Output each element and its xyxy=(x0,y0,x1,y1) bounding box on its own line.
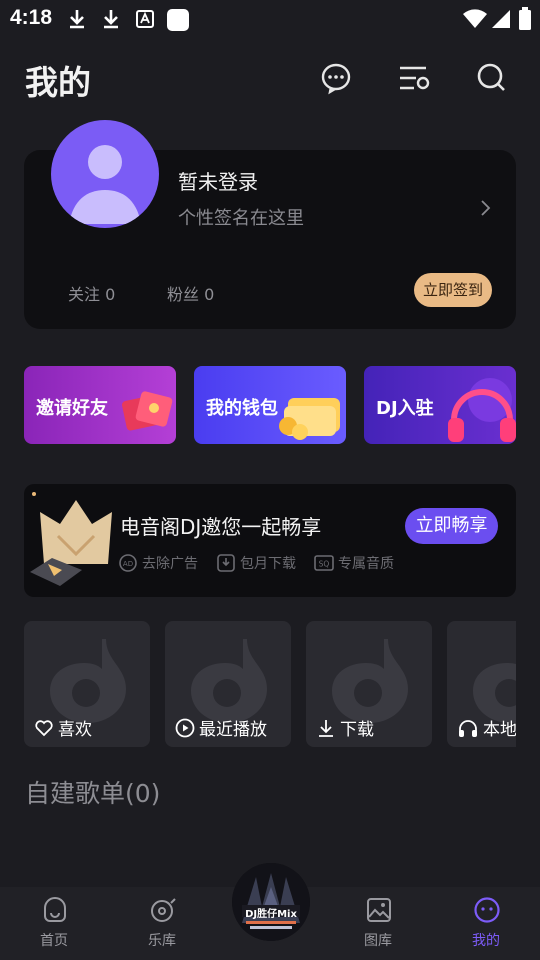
shortcut-like[interactable]: 喜欢 xyxy=(24,621,150,747)
nav-library-label: 乐库 xyxy=(148,933,176,949)
svg-text:AD: AD xyxy=(123,560,133,568)
chevron-right-icon[interactable] xyxy=(478,198,494,218)
download-status-icon xyxy=(70,10,84,29)
svg-text:SQ: SQ xyxy=(319,560,330,569)
disc-logo-text: DJ胜仔Mix xyxy=(245,909,297,920)
shortcut-recent-label: 最近播放 xyxy=(175,715,267,740)
music-note-watermark-icon xyxy=(473,663,516,723)
vip-title: 电音阁DJ邀您一起畅享 xyxy=(120,515,322,539)
nav-library[interactable]: 乐库 xyxy=(122,887,202,960)
gallery-icon xyxy=(367,898,391,922)
status-time: 4:18 xyxy=(10,6,53,29)
vip-benefit-download: 包月下载 xyxy=(216,553,296,573)
library-icon xyxy=(151,898,176,922)
shortcut-local-label: 本地 xyxy=(457,715,516,740)
album-art-icon xyxy=(232,863,310,941)
vip-benefit-label: 包月下载 xyxy=(240,556,296,572)
app-notification-icon xyxy=(167,9,189,31)
music-note-watermark-icon xyxy=(50,639,126,723)
shortcut-download[interactable]: 下载 xyxy=(306,621,432,747)
heart-icon xyxy=(35,719,53,736)
invite-friends-card[interactable]: 邀请好友 xyxy=(24,366,176,444)
music-note-watermark-icon xyxy=(332,639,408,723)
search-icon[interactable] xyxy=(474,60,510,96)
profile-icon xyxy=(474,897,500,923)
play-icon xyxy=(175,718,195,737)
avatar[interactable] xyxy=(51,120,159,228)
nav-profile-label: 我的 xyxy=(472,933,500,949)
battery-icon xyxy=(519,7,531,30)
crown-icon xyxy=(30,492,112,586)
shortcut-row: 喜欢 最近播放 下载 本地 xyxy=(24,621,516,747)
shortcut-like-label: 喜欢 xyxy=(34,715,92,740)
page-title: 我的 xyxy=(25,63,91,102)
message-icon[interactable] xyxy=(318,60,354,96)
checkin-button[interactable]: 立即签到 xyxy=(414,273,492,307)
now-playing-disc[interactable]: DJ胜仔Mix xyxy=(232,863,310,941)
user-avatar-icon xyxy=(69,145,141,224)
vip-benefit-no-ads: AD 去除广告 xyxy=(118,553,198,573)
vip-benefit-label: 去除广告 xyxy=(142,556,198,572)
download-icon xyxy=(319,719,333,737)
shortcut-download-label: 下载 xyxy=(316,715,374,740)
wifi-icon xyxy=(463,9,487,28)
signature-text: 个性签名在这里 xyxy=(178,208,304,229)
dj-join-label: DJ入驻 xyxy=(376,398,434,419)
status-bar: 4:18 xyxy=(0,0,540,38)
nav-home[interactable]: 首页 xyxy=(14,887,94,960)
home-icon xyxy=(44,897,66,922)
invite-friends-label: 邀请好友 xyxy=(36,398,108,419)
nav-home-label: 首页 xyxy=(40,933,68,949)
follow-count[interactable]: 关注 0 xyxy=(68,281,115,305)
wallet-icon xyxy=(279,398,340,440)
no-ads-icon: AD xyxy=(119,554,137,572)
monthly-download-icon xyxy=(217,554,235,572)
vip-benefit-quality: SQ 专属音质 xyxy=(314,553,394,573)
headphones-icon xyxy=(448,378,516,442)
shortcut-local[interactable]: 本地 xyxy=(447,621,516,747)
dj-join-card[interactable]: DJ入驻 xyxy=(364,366,516,444)
vip-enjoy-button[interactable]: 立即畅享 xyxy=(405,508,498,544)
shortcut-recent[interactable]: 最近播放 xyxy=(165,621,291,747)
login-status[interactable]: 暂未登录 xyxy=(178,166,258,195)
custom-playlist-title[interactable]: 自建歌单(0) xyxy=(25,774,160,810)
download-status-icon xyxy=(104,10,118,29)
nav-profile[interactable]: 我的 xyxy=(446,887,526,960)
nav-gallery[interactable]: 图库 xyxy=(338,887,418,960)
signal-icon xyxy=(492,10,510,28)
wallet-card[interactable]: 我的钱包 xyxy=(194,366,346,444)
app-notification-icon xyxy=(136,10,154,28)
red-envelope-icon xyxy=(121,391,173,431)
wallet-label: 我的钱包 xyxy=(206,398,278,419)
fans-count[interactable]: 粉丝 0 xyxy=(167,281,214,305)
playlist-icon[interactable] xyxy=(396,60,432,96)
headphones-icon xyxy=(459,719,477,737)
music-note-watermark-icon xyxy=(191,639,267,723)
vip-benefit-label: 专属音质 xyxy=(338,556,394,572)
nav-gallery-label: 图库 xyxy=(364,933,392,949)
sq-quality-icon: SQ xyxy=(314,555,334,571)
